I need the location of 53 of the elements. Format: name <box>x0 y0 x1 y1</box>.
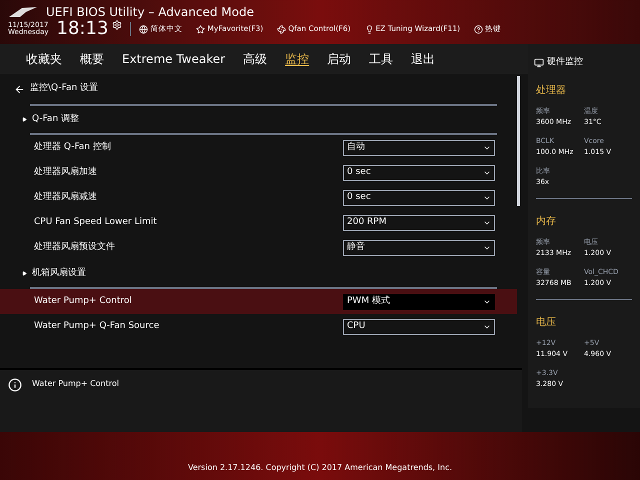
nav-tab[interactable]: 收藏夹 <box>26 50 62 68</box>
info-icon <box>8 378 22 392</box>
setting-row[interactable]: 处理器风扇预设文件 静音 <box>0 235 517 260</box>
fan-icon <box>277 24 286 34</box>
logo-icon <box>8 6 38 18</box>
panel-title: 硬件监控 <box>547 56 583 69</box>
nav-tab[interactable]: 工具 <box>369 50 394 68</box>
dropdown[interactable]: 0 sec <box>343 190 495 206</box>
back-arrow-icon[interactable] <box>14 84 25 94</box>
clock-time: 18:13 <box>56 20 108 38</box>
nav-tab[interactable]: 概要 <box>80 50 104 68</box>
dropdown[interactable]: 200 RPM <box>343 214 495 230</box>
setting-label: Water Pump+ Control <box>34 294 133 308</box>
setting-row[interactable]: 处理器 Q-Fan 控制 自动 <box>0 135 517 160</box>
expand-arrow-icon[interactable] <box>22 117 27 122</box>
nav-tab[interactable]: 退出 <box>411 50 436 68</box>
version-text: Version 2.17.1246. Copyright (C) 2017 American Megatrends, Inc. <box>188 462 452 474</box>
dropdown[interactable]: 静音 <box>343 240 495 256</box>
setting-label: CPU Fan Speed Lower Limit <box>34 216 158 229</box>
setting-row[interactable]: Water Pump+ Control PWM 模式 <box>0 289 517 314</box>
window-title: UEFI BIOS Utility – Advanced Mode <box>46 6 254 18</box>
setting-row[interactable]: 处理器风扇减速 0 sec <box>0 185 517 210</box>
setting-label: 处理器 Q-Fan 控制 <box>34 140 112 154</box>
lightbulb-icon <box>364 24 374 34</box>
setting-row[interactable]: Water Pump+ Q-Fan Source CPU <box>0 314 517 339</box>
group-title: 电压 <box>536 316 556 328</box>
group-title: 处理器 <box>536 84 566 96</box>
scrollbar[interactable] <box>517 76 520 206</box>
setting-label: 处理器风扇减速 <box>34 190 98 204</box>
setting-row[interactable]: 处理器风扇加速 0 sec <box>0 160 517 185</box>
help-text: Water Pump+ Control <box>32 378 119 390</box>
dropdown[interactable]: PWM 模式 <box>343 294 495 310</box>
group-title: 内存 <box>536 216 556 226</box>
breadcrumb: 监控\Q-Fan 设置 <box>30 82 98 96</box>
nav-tab[interactable]: 监控 <box>285 50 310 68</box>
expand-arrow-icon[interactable] <box>22 271 27 276</box>
setting-row[interactable]: CPU Fan Speed Lower Limit 200 RPM <box>0 210 517 235</box>
dropdown[interactable]: 0 sec <box>343 164 495 180</box>
nav-tab[interactable]: Extreme Tweaker <box>122 50 226 68</box>
settings-icon[interactable] <box>112 20 122 30</box>
star-icon <box>196 24 206 34</box>
help-icon <box>474 24 484 34</box>
setting-label: 处理器风扇加速 <box>34 166 98 179</box>
setting-label: 处理器风扇预设文件 <box>34 240 116 254</box>
dropdown[interactable]: CPU <box>343 318 495 334</box>
section-heading[interactable]: 机箱风扇设置 <box>32 266 86 280</box>
globe-icon <box>139 24 148 34</box>
section-heading[interactable]: Q-Fan 调整 <box>32 112 80 126</box>
setting-label: Water Pump+ Q-Fan Source <box>34 320 160 333</box>
nav-tab[interactable]: 启动 <box>327 50 352 68</box>
monitor-icon <box>534 58 544 68</box>
dropdown[interactable]: 自动 <box>343 140 495 156</box>
nav-tab[interactable]: 高级 <box>243 50 268 68</box>
